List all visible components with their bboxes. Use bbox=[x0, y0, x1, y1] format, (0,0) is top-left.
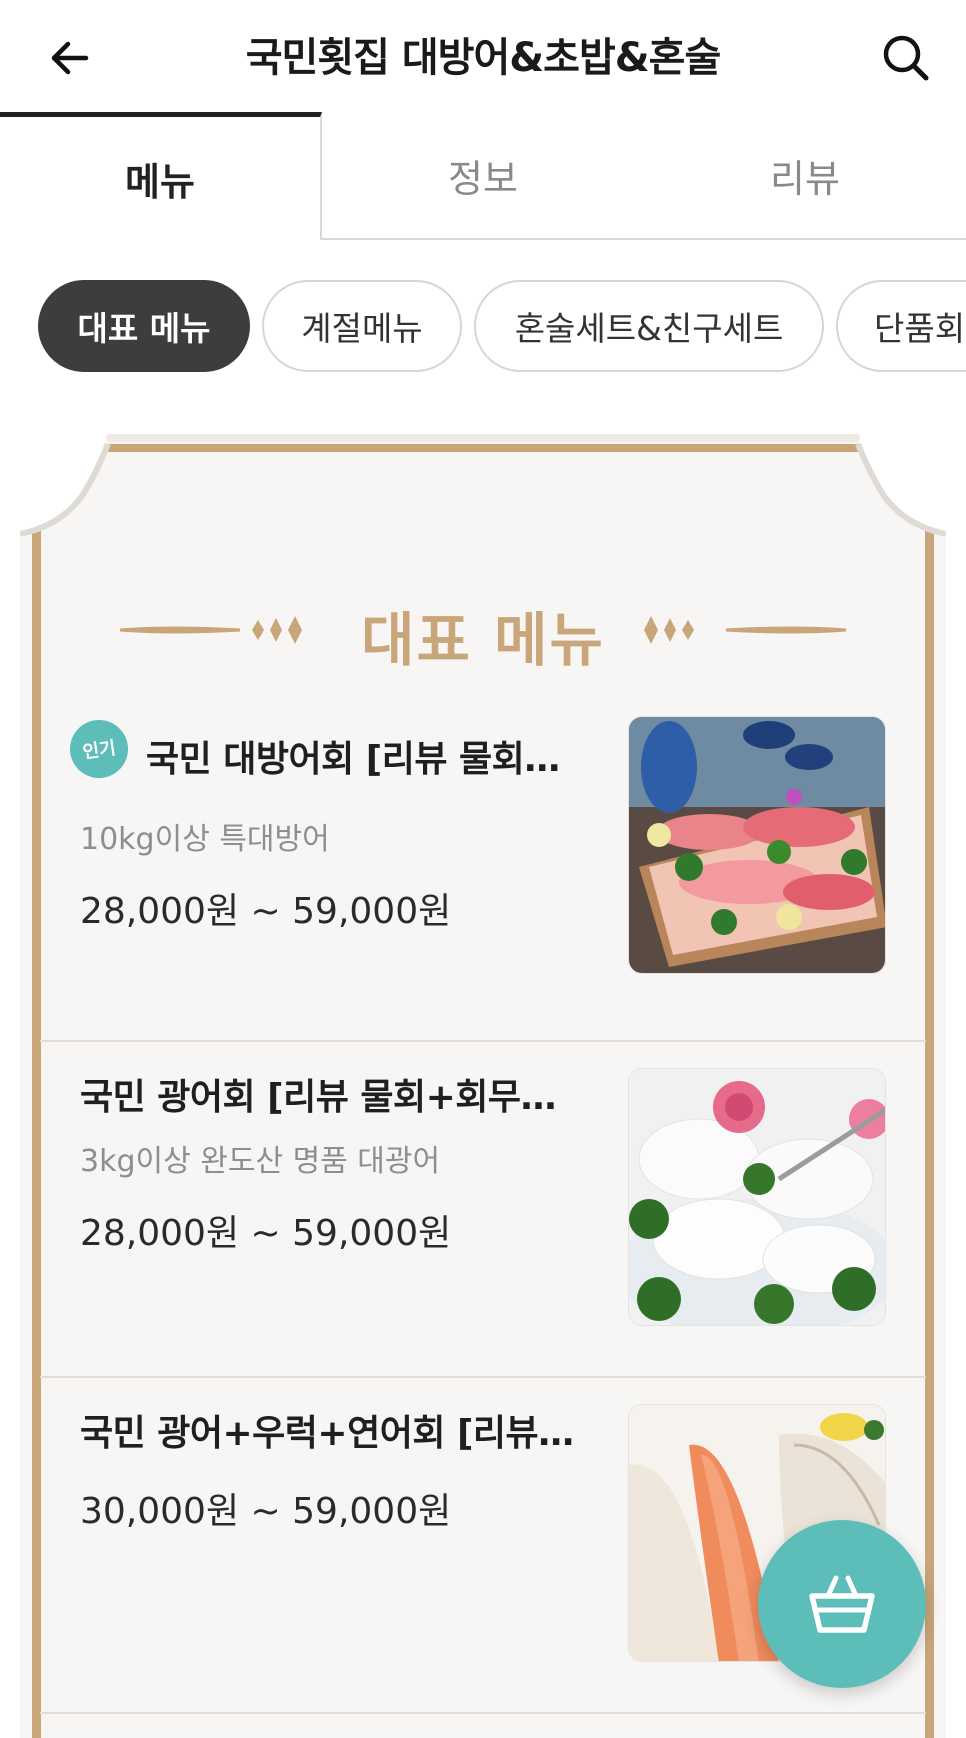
menu-item-description: 10kg이상 특대방어 bbox=[80, 822, 330, 857]
menu-item-name: 국민 대방어회 [리뷰 물회… bbox=[146, 739, 560, 780]
arrow-left-icon bbox=[51, 41, 89, 75]
chip-single-sashimi[interactable]: 단품회 bbox=[836, 280, 966, 372]
tab-info[interactable]: 정보 bbox=[322, 112, 644, 240]
chip-signature-menu[interactable]: 대표 메뉴 bbox=[38, 280, 250, 372]
tab-menu[interactable]: 메뉴 bbox=[0, 112, 322, 240]
section-title: 대표 메뉴 bbox=[361, 606, 605, 674]
store-tabs: 메뉴 정보 리뷰 bbox=[0, 112, 966, 240]
app-header: 국민횟집 대방어&초밥&혼술 bbox=[0, 0, 966, 114]
section-header: 대표 메뉴 bbox=[20, 590, 946, 690]
search-icon bbox=[883, 35, 929, 81]
chip-seasonal-menu[interactable]: 계절메뉴 bbox=[262, 280, 462, 372]
menu-item-price: 28,000원 ~ 59,000원 bbox=[80, 1213, 452, 1254]
popular-badge: 인기 bbox=[66, 716, 132, 782]
menu-item-image bbox=[628, 1068, 886, 1326]
back-button[interactable] bbox=[40, 28, 100, 88]
menu-item-price: 28,000원 ~ 59,000원 bbox=[80, 891, 452, 932]
menu-item-name: 국민 광어+우럭+연어회 [리뷰… bbox=[80, 1413, 574, 1454]
menu-item-name: 국민 광어회 [리뷰 물회+회무… bbox=[80, 1077, 557, 1118]
search-button[interactable] bbox=[874, 26, 938, 90]
menu-item-image bbox=[628, 716, 886, 974]
cart-button[interactable] bbox=[758, 1520, 926, 1688]
shopping-basket-icon bbox=[809, 1575, 875, 1633]
menu-item-flatfish[interactable]: 국민 광어회 [리뷰 물회+회무… 3kg이상 완도산 명품 대광어 28,00… bbox=[40, 1042, 926, 1378]
category-chips: 대표 메뉴 계절메뉴 혼술세트&친구세트 단품회 bbox=[0, 280, 966, 372]
menu-item-price: 30,000원 ~ 59,000원 bbox=[80, 1491, 452, 1532]
menu-item-yellowtail[interactable]: 인기 국민 대방어회 [리뷰 물회… 10kg이상 특대방어 28,000원 ~… bbox=[40, 716, 926, 1042]
tab-review[interactable]: 리뷰 bbox=[644, 112, 966, 240]
chip-solo-friend-set[interactable]: 혼술세트&친구세트 bbox=[474, 280, 824, 372]
menu-item-description: 3kg이상 완도산 명품 대광어 bbox=[80, 1144, 441, 1179]
page-title: 국민횟집 대방어&초밥&혼술 bbox=[245, 35, 722, 81]
